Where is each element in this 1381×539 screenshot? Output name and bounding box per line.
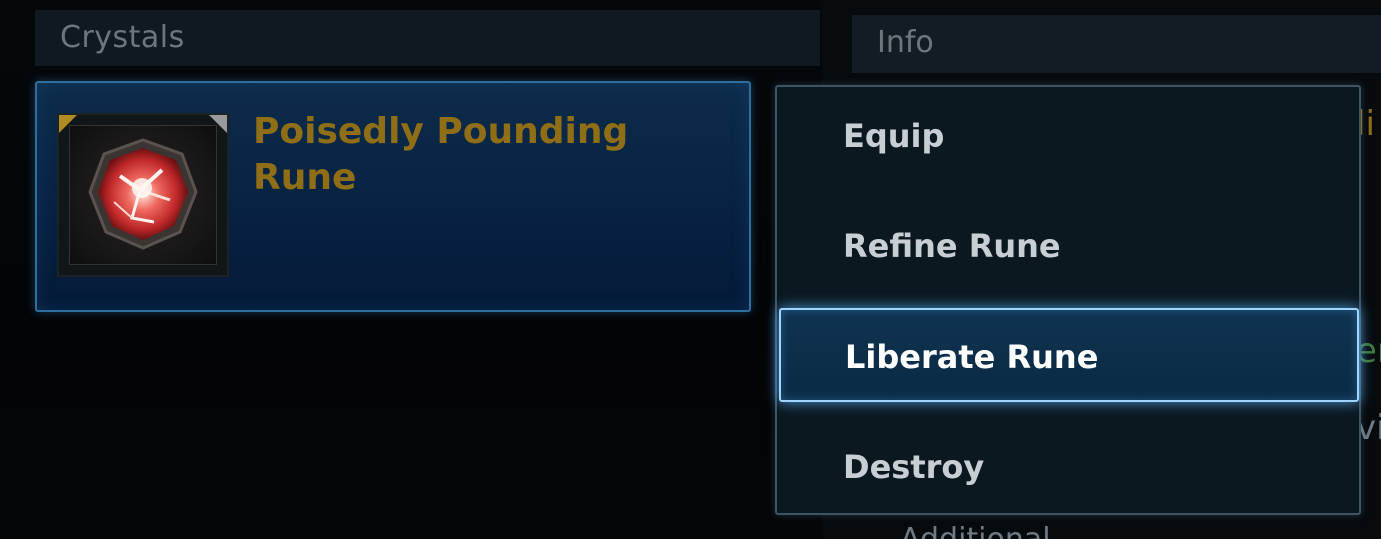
- red-rune-crystal-icon: [69, 125, 217, 265]
- menu-item-liberate-rune[interactable]: Liberate Rune: [779, 308, 1359, 402]
- info-panel-header: Info: [852, 15, 1381, 73]
- selected-item-card[interactable]: Poisedly Pounding Rune: [35, 81, 751, 312]
- menu-item-destroy[interactable]: Destroy: [777, 418, 1359, 512]
- crystals-panel-header: Crystals: [35, 10, 820, 66]
- menu-item-label: Liberate Rune: [845, 338, 1099, 376]
- menu-item-label: Equip: [843, 117, 945, 155]
- info-bottom-peek-text: Additional ...: [900, 520, 1089, 539]
- item-context-menu: Equip Refine Rune Liberate Rune Destroy: [775, 85, 1361, 515]
- crystals-panel-title: Crystals: [60, 20, 185, 55]
- game-inventory-screen: Crystals Info li er vi Additional ...: [0, 0, 1381, 539]
- item-icon-frame: [57, 113, 229, 277]
- menu-item-label: Destroy: [843, 448, 985, 486]
- menu-item-label: Refine Rune: [843, 227, 1061, 265]
- item-name: Poisedly Pounding Rune: [253, 111, 629, 198]
- menu-item-refine-rune[interactable]: Refine Rune: [777, 197, 1359, 291]
- info-panel-title: Info: [877, 25, 934, 60]
- menu-item-equip[interactable]: Equip: [777, 87, 1359, 181]
